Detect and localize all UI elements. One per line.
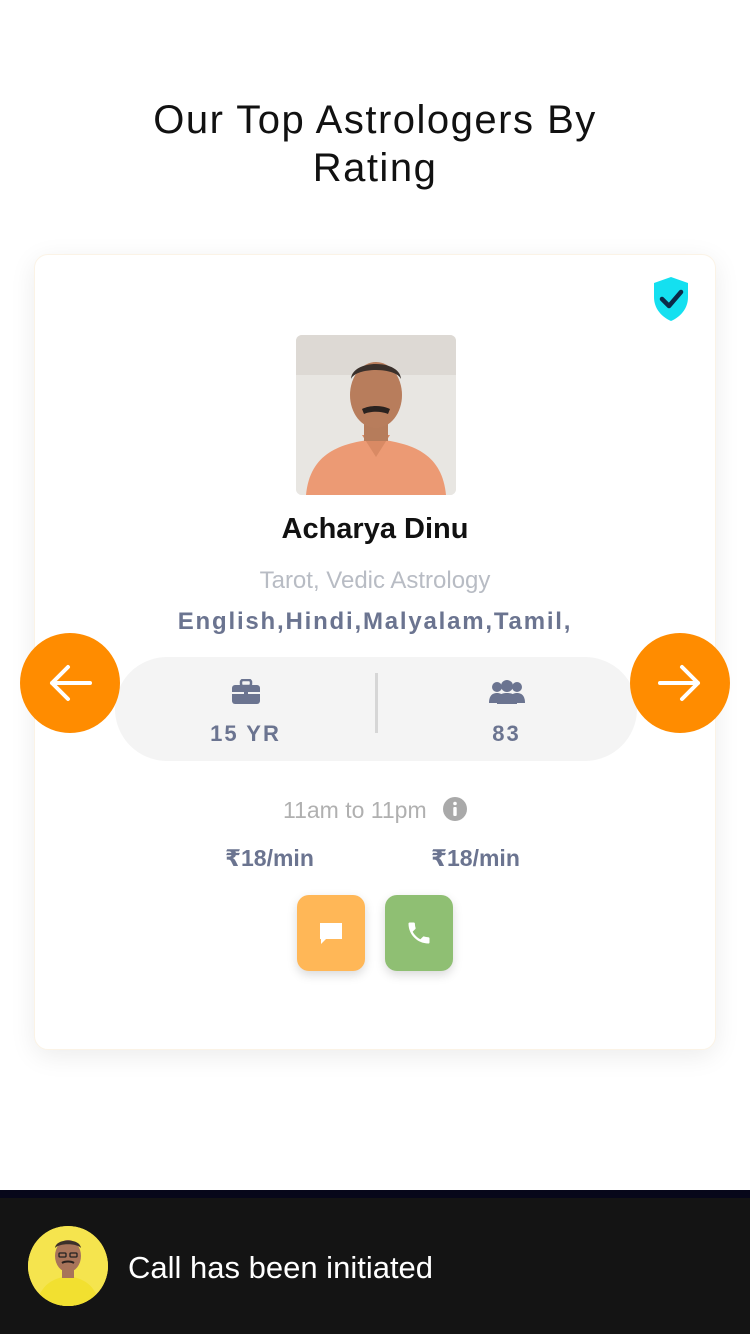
experience-value: 15 YR xyxy=(210,721,281,746)
arrow-left-icon xyxy=(50,665,92,701)
info-icon[interactable] xyxy=(443,797,467,821)
astrologer-photo xyxy=(296,335,456,495)
chat-button[interactable] xyxy=(297,895,365,971)
stats-bar: 15 YR 83 xyxy=(115,657,637,761)
users-icon xyxy=(488,680,525,704)
arrow-right-icon xyxy=(658,665,700,701)
astrologer-card[interactable]: Acharya Dinu Tarot, Vedic Astrology Engl… xyxy=(34,254,716,1050)
phone-icon xyxy=(408,922,430,944)
call-price: ₹18/min xyxy=(431,845,520,871)
chat-price: ₹18/min xyxy=(225,845,314,871)
availability-hours: 11am to 11pm xyxy=(35,797,715,824)
toast-message: Call has been initiated xyxy=(128,1250,434,1285)
followers-stat: 83 xyxy=(376,657,637,761)
previous-button[interactable] xyxy=(20,633,120,733)
astrologer-languages: English,Hindi,Malyalam,Tamil, xyxy=(177,608,573,635)
chat-bubble-icon xyxy=(320,923,342,944)
toast-notification[interactable]: Call has been initiated xyxy=(0,1190,750,1334)
page: Our Top Astrologers By Rating Acharya Di… xyxy=(0,0,750,1334)
section-title: Our Top Astrologers By Rating xyxy=(153,98,597,190)
astrologer-skills: Tarot, Vedic Astrology xyxy=(259,567,491,594)
next-button[interactable] xyxy=(630,633,730,733)
toast-avatar xyxy=(28,1226,108,1306)
followers-value: 83 xyxy=(492,721,521,746)
hours-text: 11am to 11pm xyxy=(282,797,427,823)
experience-stat: 15 YR xyxy=(115,657,376,761)
call-button[interactable] xyxy=(385,895,453,971)
astrologer-name: Acharya Dinu xyxy=(281,513,469,545)
shield-check-icon xyxy=(654,277,688,321)
briefcase-icon xyxy=(231,679,260,704)
